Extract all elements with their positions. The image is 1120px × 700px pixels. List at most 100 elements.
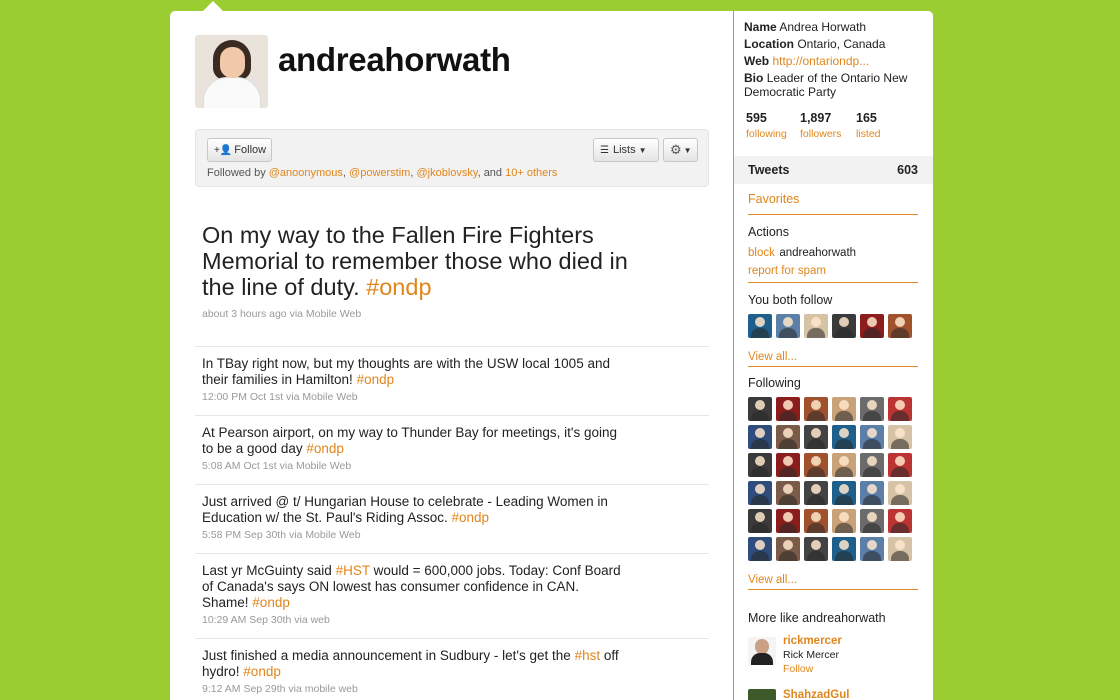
lists-button[interactable]: ☰ Lists ▼	[593, 138, 659, 162]
following-user-avatar[interactable]	[804, 397, 828, 421]
following-user-avatar[interactable]	[748, 509, 772, 533]
profile-avatar[interactable]	[195, 35, 268, 108]
following-user-avatar[interactable]	[776, 481, 800, 505]
actions-title: Actions	[748, 225, 789, 239]
following-user-avatar[interactable]	[832, 397, 856, 421]
following-user-avatar[interactable]	[748, 537, 772, 561]
following-user-avatar[interactable]	[888, 397, 912, 421]
following-user-avatar[interactable]	[804, 509, 828, 533]
tweet-text: In TBay right now, but my thoughts are w…	[202, 356, 622, 388]
suggested-user-handle[interactable]: rickmercer	[783, 635, 842, 647]
followed-user-avatar[interactable]	[888, 314, 912, 338]
you-both-follow-avatars	[748, 314, 912, 338]
following-user-avatar[interactable]	[888, 425, 912, 449]
following-user-avatar[interactable]	[748, 453, 772, 477]
stat-listed[interactable]: 165 listed	[856, 111, 881, 140]
suggested-user: ShahzadGul	[748, 687, 918, 700]
bio-block: Name Andrea Horwath Location Ontario, Ca…	[744, 20, 924, 102]
following-title: Following	[748, 376, 801, 390]
featured-tweet-meta: about 3 hours ago via Mobile Web	[202, 308, 362, 320]
stat-value: 1,897	[800, 111, 832, 125]
main-column: andreahorwath +👤 Follow ☰ Lists ▼ ⚙ ▼ Fo…	[170, 11, 733, 700]
follow-button[interactable]: +👤 Follow	[207, 138, 272, 162]
followed-by-user-link[interactable]: @anoonymous	[269, 167, 343, 179]
following-user-avatar[interactable]	[776, 537, 800, 561]
more-like-title: More like andreahorwath	[748, 611, 886, 625]
you-both-follow-title: You both follow	[748, 293, 833, 307]
stat-followers[interactable]: 1,897 followers	[800, 111, 841, 140]
following-user-avatar[interactable]	[776, 425, 800, 449]
following-user-avatar[interactable]	[832, 509, 856, 533]
hashtag-link[interactable]: #ondp	[366, 274, 431, 300]
hashtag-link[interactable]: #HST	[336, 563, 370, 578]
stat-label: followers	[800, 128, 842, 140]
stat-label: following	[746, 128, 787, 140]
following-user-avatar[interactable]	[860, 537, 884, 561]
suggested-user-handle[interactable]: ShahzadGul	[783, 689, 849, 700]
web-label: Web	[744, 54, 770, 68]
following-user-avatar[interactable]	[888, 509, 912, 533]
hashtag-link[interactable]: #ondp	[243, 664, 281, 679]
followed-user-avatar[interactable]	[804, 314, 828, 338]
tweet-body: Last yr McGuinty said	[202, 563, 332, 578]
suggested-user-avatar[interactable]	[748, 637, 776, 665]
tweet-meta: 5:08 AM Oct 1st via Mobile Web	[202, 460, 352, 472]
following-user-avatar[interactable]	[748, 481, 772, 505]
view-all-link[interactable]: View all...	[748, 351, 797, 363]
followed-by-prefix: Followed by	[207, 167, 266, 179]
following-user-avatar[interactable]	[804, 453, 828, 477]
following-user-avatar[interactable]	[832, 453, 856, 477]
following-user-avatar[interactable]	[776, 397, 800, 421]
following-user-avatar[interactable]	[860, 425, 884, 449]
block-link[interactable]: block	[748, 247, 775, 259]
following-user-avatar[interactable]	[888, 481, 912, 505]
hashtag-link[interactable]: #ondp	[252, 595, 290, 610]
following-user-avatar[interactable]	[888, 453, 912, 477]
following-user-avatar[interactable]	[748, 397, 772, 421]
following-user-avatar[interactable]	[832, 537, 856, 561]
following-user-avatar[interactable]	[804, 425, 828, 449]
following-user-avatar[interactable]	[832, 481, 856, 505]
view-all-link[interactable]: View all...	[748, 574, 797, 586]
location-value: Ontario, Canada	[797, 37, 886, 51]
followed-by-user-link[interactable]: @jkoblovsky	[416, 167, 477, 179]
following-user-avatar[interactable]	[804, 537, 828, 561]
followed-user-avatar[interactable]	[776, 314, 800, 338]
tweet-body: In TBay right now, but my thoughts are w…	[202, 356, 610, 387]
following-user-avatar[interactable]	[888, 537, 912, 561]
tweet-meta: 5:58 PM Sep 30th via Mobile Web	[202, 529, 361, 541]
followed-user-avatar[interactable]	[832, 314, 856, 338]
hashtag-link[interactable]: #ondp	[451, 510, 489, 525]
tweet-body: Just arrived @ t/ Hungarian House to cel…	[202, 494, 608, 525]
tweet-meta: 12:00 PM Oct 1st via Mobile Web	[202, 391, 358, 403]
name-label: Name	[744, 20, 777, 34]
report-spam-link[interactable]: report for spam	[748, 265, 826, 277]
following-user-avatar[interactable]	[860, 397, 884, 421]
following-user-avatar[interactable]	[860, 509, 884, 533]
suggested-user-follow-link[interactable]: Follow	[783, 663, 842, 675]
actions-section: Actions block andreahorwath report for s…	[748, 225, 918, 279]
hashtag-link[interactable]: #ondp	[306, 441, 344, 456]
settings-menu-button[interactable]: ⚙ ▼	[663, 138, 698, 162]
stat-following[interactable]: 595 following	[746, 111, 787, 140]
following-user-avatar[interactable]	[776, 453, 800, 477]
hashtag-link[interactable]: #hst	[575, 648, 601, 663]
tweet-text: At Pearson airport, on my way to Thunder…	[202, 425, 622, 457]
following-user-avatar[interactable]	[804, 481, 828, 505]
followed-user-avatar[interactable]	[860, 314, 884, 338]
profile-page: andreahorwath +👤 Follow ☰ Lists ▼ ⚙ ▼ Fo…	[170, 11, 933, 700]
tweet-item: Last yr McGuinty said #HST would = 600,0…	[195, 553, 709, 626]
suggested-user-avatar[interactable]	[748, 689, 776, 700]
tweets-tab[interactable]: Tweets 603	[734, 156, 933, 184]
following-user-avatar[interactable]	[860, 481, 884, 505]
followed-by-others-link[interactable]: 10+ others	[505, 167, 557, 179]
following-user-avatar[interactable]	[776, 509, 800, 533]
followed-user-avatar[interactable]	[748, 314, 772, 338]
hashtag-link[interactable]: #ondp	[357, 372, 395, 387]
favorites-link[interactable]: Favorites	[748, 192, 799, 206]
following-user-avatar[interactable]	[748, 425, 772, 449]
followed-by-user-link[interactable]: @powerstim	[349, 167, 410, 179]
following-user-avatar[interactable]	[860, 453, 884, 477]
following-user-avatar[interactable]	[832, 425, 856, 449]
web-link[interactable]: http://ontariondp...	[772, 54, 869, 68]
